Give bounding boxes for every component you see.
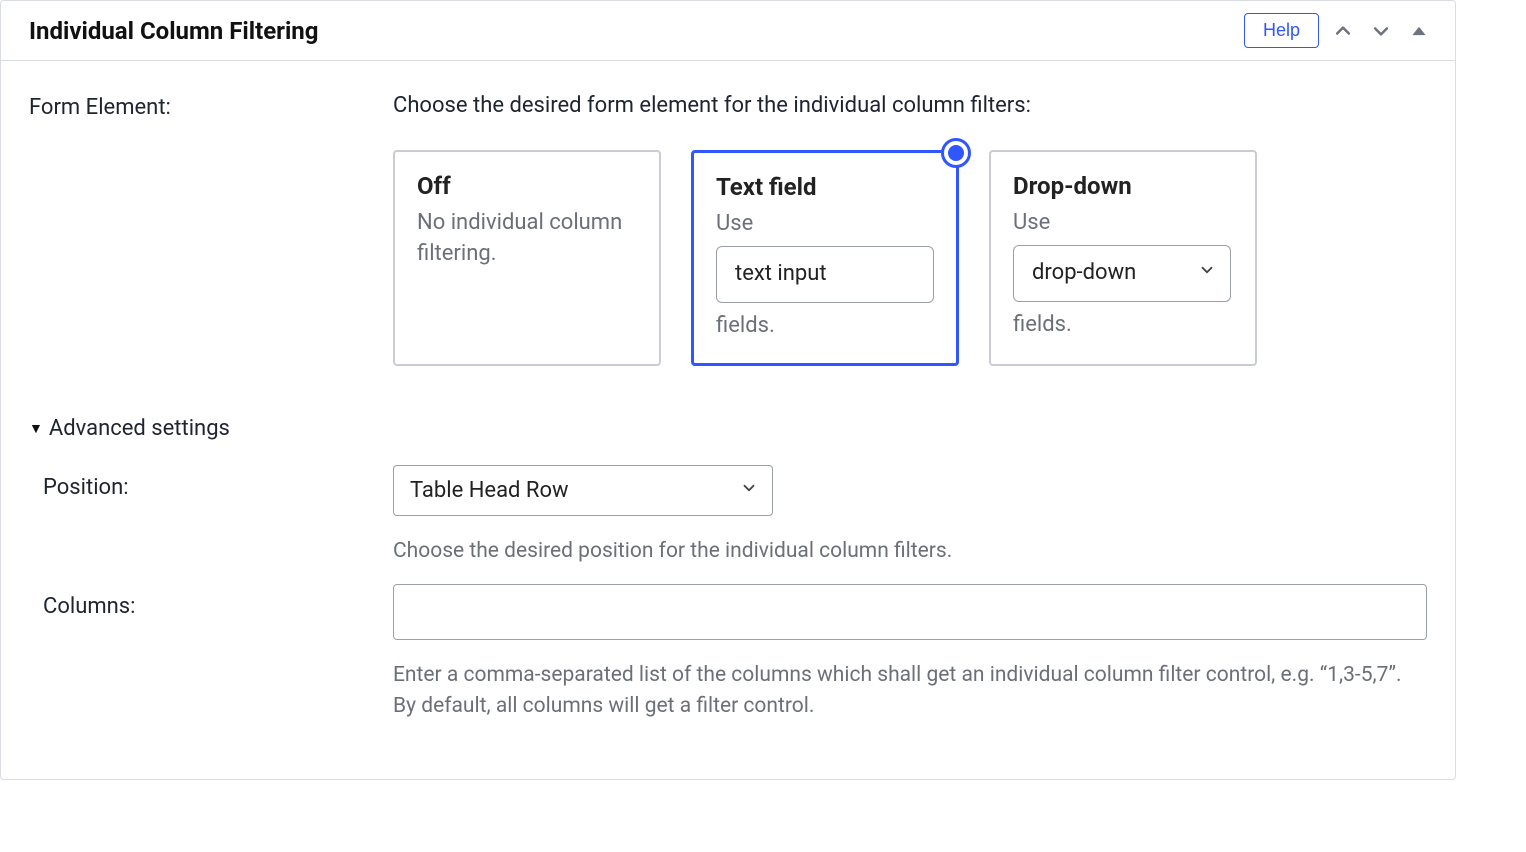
collapse-icon[interactable]	[1405, 17, 1433, 45]
advanced-settings-label: Advanced settings	[49, 416, 230, 441]
columns-label: Columns:	[43, 584, 393, 619]
panel-title: Individual Column Filtering	[29, 17, 318, 45]
help-button[interactable]: Help	[1244, 13, 1319, 48]
card-dd-title: Drop-down	[1013, 172, 1233, 200]
position-helper: Choose the desired position for the indi…	[393, 536, 1427, 568]
panel-header: Individual Column Filtering Help	[1, 1, 1455, 61]
move-down-icon[interactable]	[1367, 17, 1395, 45]
form-element-intro: Choose the desired form element for the …	[393, 93, 1427, 118]
card-text-post: fields.	[716, 313, 775, 338]
card-dd-post: fields.	[1013, 312, 1072, 337]
position-label: Position:	[43, 465, 393, 500]
card-text-input-example: text input	[716, 246, 934, 303]
position-select[interactable]: Table Head Row	[393, 465, 773, 516]
chevron-down-icon	[1198, 258, 1216, 289]
advanced-settings-toggle[interactable]: ▼ Advanced settings	[29, 416, 230, 441]
chevron-down-icon	[740, 478, 758, 503]
card-dd-pre: Use	[1013, 210, 1050, 235]
selected-radio-icon	[941, 138, 971, 168]
form-element-label: Form Element:	[29, 93, 393, 120]
card-off[interactable]: Off No individual column filtering.	[393, 150, 661, 366]
triangle-down-icon: ▼	[29, 422, 43, 436]
card-dd-select-example: drop-down	[1013, 245, 1231, 302]
panel-individual-column-filtering: Individual Column Filtering Help Form El…	[0, 0, 1456, 780]
card-text-field[interactable]: Text field Use text input fields.	[691, 150, 959, 366]
card-off-title: Off	[417, 172, 637, 200]
header-actions: Help	[1244, 13, 1433, 48]
form-element-cards: Off No individual column filtering. Text…	[393, 150, 1427, 366]
card-drop-down[interactable]: Drop-down Use drop-down fields.	[989, 150, 1257, 366]
card-dd-select-value: drop-down	[1032, 258, 1136, 289]
position-select-value: Table Head Row	[410, 478, 569, 503]
card-text-title: Text field	[716, 173, 934, 201]
columns-helper: Enter a comma-separated list of the colu…	[393, 660, 1427, 723]
move-up-icon[interactable]	[1329, 17, 1357, 45]
columns-input[interactable]	[393, 584, 1427, 640]
card-text-pre: Use	[716, 211, 753, 236]
card-off-sub: No individual column filtering.	[417, 208, 637, 270]
panel-body: Form Element: Choose the desired form el…	[1, 61, 1455, 779]
